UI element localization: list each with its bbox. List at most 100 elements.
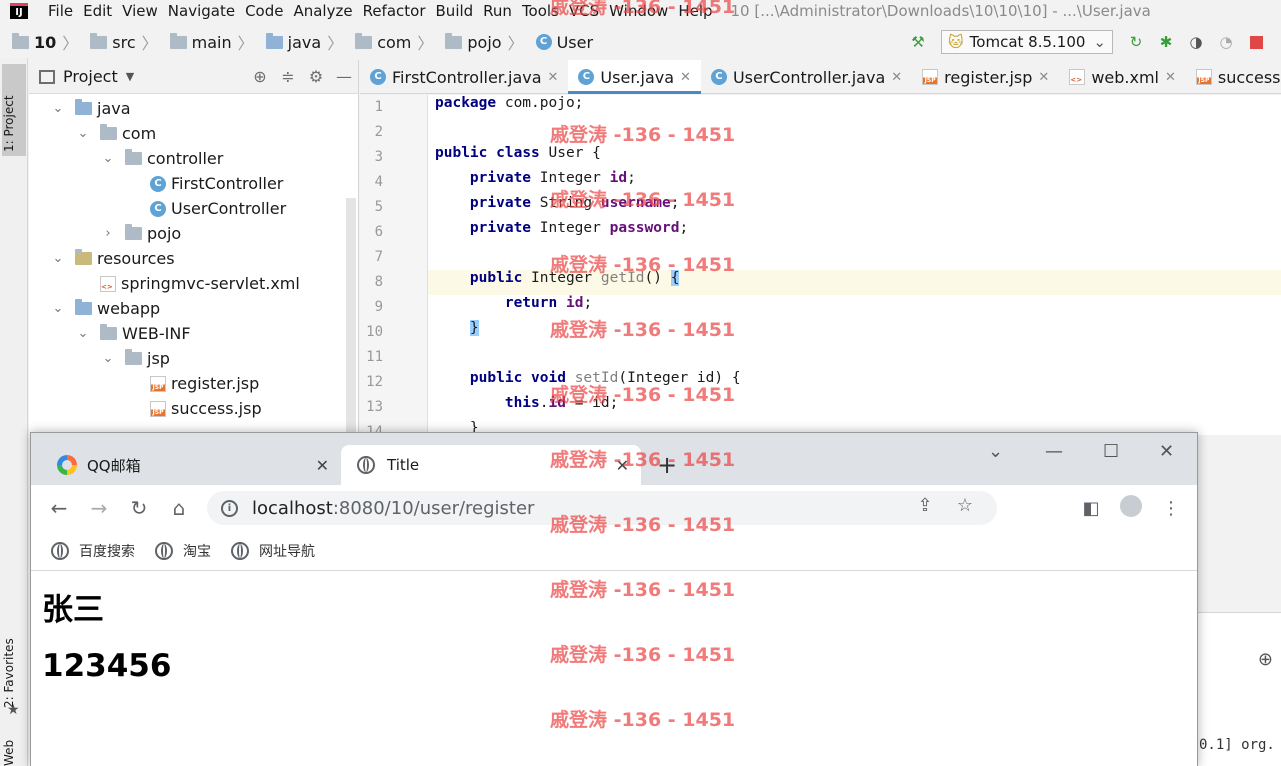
tree-node-com[interactable]: ⌄ com [76, 121, 156, 146]
breadcrumb-java[interactable]: java 〉 [265, 30, 343, 54]
code-line[interactable]: public Integer getId() { [435, 270, 680, 295]
bookmark-star-icon[interactable]: ☆ [945, 495, 985, 516]
chevron-right-icon[interactable]: › [101, 226, 115, 241]
tree-node-resources[interactable]: ⌄ resources [51, 246, 175, 271]
address-bar[interactable]: i localhost:8080/10/user/register ⇪ ☆ [207, 491, 997, 525]
breadcrumb-main[interactable]: main 〉 [169, 30, 254, 54]
code-line[interactable]: public void setId(Integer id) { [435, 370, 741, 395]
tree-node-register-jsp[interactable]: JSP register.jsp [126, 371, 259, 396]
collapse-all-icon[interactable]: ≑ [274, 67, 302, 86]
tree-node-success-jsp[interactable]: JSP success.jsp [126, 396, 262, 421]
minimize-window-icon[interactable]: — [1045, 441, 1063, 462]
close-tab-icon[interactable]: ✕ [616, 456, 629, 475]
site-info-icon[interactable]: i [221, 499, 238, 517]
reload-icon[interactable]: ↻ [119, 496, 159, 520]
close-tab-icon[interactable]: ✕ [1038, 70, 1049, 85]
menu-edit[interactable]: Edit [83, 2, 112, 20]
locate-icon[interactable]: ⊕ [246, 67, 274, 86]
bookmark-baidu[interactable]: 百度搜索 [51, 541, 135, 561]
menu-refactor[interactable]: Refactor [363, 2, 426, 20]
close-tab-icon[interactable]: ✕ [891, 70, 902, 85]
chevron-down-icon[interactable]: ⌄ [51, 101, 65, 116]
code-line[interactable]: private String username; [435, 195, 680, 220]
chevron-down-icon[interactable]: ⌄ [76, 126, 90, 141]
side-panel-icon[interactable]: ◧ [1071, 498, 1111, 519]
maximize-window-icon[interactable]: ☐ [1103, 441, 1119, 462]
menu-analyze[interactable]: Analyze [293, 2, 352, 20]
forward-arrow-icon[interactable]: → [79, 496, 119, 520]
menu-window[interactable]: Window [609, 2, 668, 20]
menu-build[interactable]: Build [436, 2, 474, 20]
code-line[interactable]: private Integer id; [435, 170, 636, 195]
tree-node-pojo[interactable]: › pojo [101, 221, 181, 246]
debug-icon[interactable]: ✱ [1157, 33, 1175, 51]
tree-node-java[interactable]: ⌄ java [51, 96, 131, 121]
tree-node-webapp[interactable]: ⌄ webapp [51, 296, 160, 321]
menu-tools[interactable]: Tools [522, 2, 559, 20]
back-arrow-icon[interactable]: ← [39, 496, 79, 520]
gear-icon[interactable]: ⚙ [302, 67, 330, 86]
editor-tab-success1-jsp[interactable]: JSPsuccess1.jsp✕ [1186, 60, 1281, 94]
code-line[interactable]: public class User { [435, 145, 601, 170]
menu-help[interactable]: Help [678, 2, 712, 20]
bookmark-taobao[interactable]: 淘宝 [155, 541, 211, 561]
run-config-select[interactable]: 🐱 Tomcat 8.5.100 ⌄ [941, 30, 1113, 54]
chevron-down-icon[interactable]: ⌄ [51, 301, 65, 316]
close-tab-icon[interactable]: ✕ [680, 70, 691, 85]
chevron-down-icon[interactable]: ⌄ [76, 326, 90, 341]
tree-node-controller[interactable]: ⌄ controller [101, 146, 223, 171]
target-icon[interactable]: ⊕ [1258, 649, 1273, 670]
project-scrollbar[interactable] [346, 198, 356, 434]
project-tool-button[interactable]: 1: Project [2, 64, 26, 156]
menu-navigate[interactable]: Navigate [168, 2, 235, 20]
menu-view[interactable]: View [122, 2, 158, 20]
editor-tab-firstcontroller-java[interactable]: C FirstController.java ✕ [360, 60, 568, 94]
code-line[interactable]: private Integer password; [435, 220, 688, 245]
code-line[interactable]: } [435, 320, 479, 345]
favorites-tool-button[interactable]: 2: Favorites [2, 624, 26, 708]
tree-node-springmvc-servlet-xml[interactable]: springmvc-servlet.xml [76, 271, 300, 296]
close-tab-icon[interactable]: ✕ [316, 456, 329, 475]
editor-tab-web-xml[interactable]: web.xml ✕ [1059, 60, 1186, 94]
close-tab-icon[interactable]: ✕ [1165, 70, 1176, 85]
breadcrumb-src[interactable]: src 〉 [90, 30, 158, 54]
code-line[interactable]: package com.pojo; [435, 95, 583, 120]
breadcrumb-project[interactable]: 10 〉 [12, 30, 78, 54]
breadcrumb-com[interactable]: com 〉 [355, 30, 433, 54]
breadcrumb-pojo[interactable]: pojo 〉 [445, 30, 524, 54]
tree-node-usercontroller[interactable]: C UserController [126, 196, 286, 221]
browser-tab-title[interactable]: Title ✕ [341, 445, 641, 485]
close-tab-icon[interactable]: ✕ [548, 70, 559, 85]
editor-tab-usercontroller-java[interactable]: C UserController.java ✕ [701, 60, 912, 94]
minimize-icon[interactable]: — [330, 67, 358, 86]
chevron-down-icon[interactable]: ⌄ [101, 351, 115, 366]
breadcrumb-user[interactable]: C User [535, 33, 593, 52]
menu-file[interactable]: File [48, 2, 73, 20]
menu-run[interactable]: Run [483, 2, 512, 20]
coverage-icon[interactable]: ◑ [1187, 33, 1205, 51]
share-icon[interactable]: ⇪ [905, 495, 945, 516]
chevron-down-icon[interactable]: ⌄ [101, 151, 115, 166]
code-line[interactable]: return id; [435, 295, 592, 320]
project-panel-title[interactable]: Project [63, 67, 118, 86]
tree-node-firstcontroller[interactable]: C FirstController [126, 171, 283, 196]
editor-tab-register-jsp[interactable]: JSP register.jsp ✕ [912, 60, 1059, 94]
close-window-icon[interactable]: ✕ [1159, 441, 1174, 462]
rerun-icon[interactable]: ↻ [1127, 33, 1145, 51]
browser-tab-qqmail[interactable]: QQ邮箱 ✕ [41, 445, 341, 485]
code-editor[interactable]: 1234567891011121314 package com.pojo;pub… [360, 95, 1281, 440]
chevron-down-icon[interactable]: ▼ [126, 70, 134, 83]
tab-search-chevron-icon[interactable]: ⌄ [988, 441, 1003, 462]
menu-code[interactable]: Code [245, 2, 283, 20]
kebab-menu-icon[interactable]: ⋮ [1151, 498, 1191, 519]
new-tab-icon[interactable]: + [657, 451, 677, 479]
tree-node-jsp[interactable]: ⌄ jsp [101, 346, 170, 371]
build-hammer-icon[interactable]: ⚒ [909, 33, 927, 51]
menu-vcs[interactable]: VCS [569, 2, 599, 20]
editor-tab-user-java[interactable]: C User.java ✕ [568, 60, 701, 94]
code-line[interactable]: this.id = id; [435, 395, 619, 420]
chevron-down-icon[interactable]: ⌄ [51, 251, 65, 266]
stop-icon[interactable] [1247, 33, 1265, 51]
tree-node-web-inf[interactable]: ⌄ WEB-INF [76, 321, 191, 346]
profile-icon[interactable]: ◔ [1217, 33, 1235, 51]
